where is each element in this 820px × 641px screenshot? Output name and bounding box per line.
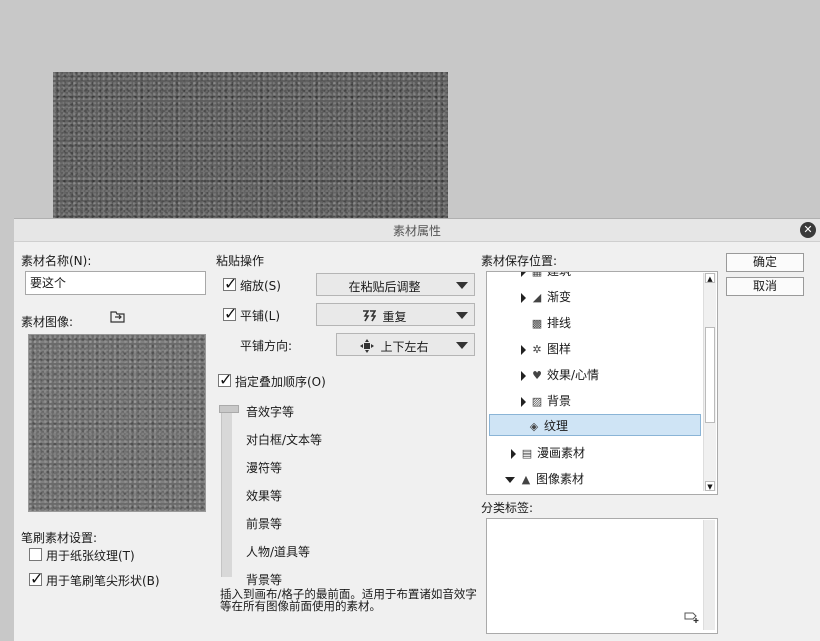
layer-order-label: 指定叠加顺序(O) <box>235 375 326 389</box>
gradient-icon: ◢ <box>532 291 542 304</box>
expand-arrow-icon[interactable] <box>521 272 526 277</box>
storage-tree-scrollbar[interactable]: ▲ ▼ <box>703 273 716 491</box>
tile-dropdown[interactable]: 重复 <box>316 303 475 326</box>
scale-dropdown-value: 在粘贴后调整 <box>348 280 421 294</box>
heart-icon: ♥ <box>532 369 542 382</box>
dialog-title: 素材属性 <box>392 224 441 238</box>
order-item: 对白框/文本等 <box>246 433 323 447</box>
brush-tip-label: 用于笔刷笔尖形状(B) <box>46 574 160 588</box>
close-icon[interactable]: ✕ <box>800 222 816 238</box>
image-icon: ▲ <box>521 473 531 486</box>
expand-arrow-icon[interactable] <box>521 344 526 355</box>
tile-direction-value: 上下左右 <box>380 340 429 354</box>
scale-checkbox[interactable] <box>223 274 237 293</box>
paste-section-label: 粘贴操作 <box>216 254 265 268</box>
ok-button[interactable]: 确定 <box>726 253 804 272</box>
tree-item-texture[interactable]: ◈ 纹理 <box>489 414 701 436</box>
tree-item-image[interactable]: ▲ 图像素材 <box>505 468 584 490</box>
layer-order-track[interactable] <box>221 407 232 577</box>
scroll-down-icon[interactable]: ▼ <box>705 481 715 491</box>
four-way-arrows-icon <box>360 339 375 353</box>
tile-label: 平铺(L) <box>240 309 281 323</box>
material-properties-dialog: 素材属性 ✕ 素材名称(N): 要这个 素材图像: 笔刷素材设置: 用于纸张纹理… <box>14 218 820 641</box>
scale-dropdown[interactable]: 在粘贴后调整 <box>316 273 475 296</box>
scrollbar-thumb[interactable] <box>705 327 715 423</box>
layer-order-slider-thumb[interactable] <box>219 405 239 413</box>
tree-item-background[interactable]: ▨ 背景 <box>521 390 571 412</box>
order-item: 前景等 <box>246 517 283 531</box>
brush-tip-checkbox[interactable] <box>29 569 43 588</box>
tile-checkbox[interactable] <box>223 304 237 323</box>
material-image-label: 素材图像: <box>21 315 74 329</box>
scroll-up-icon[interactable]: ▲ <box>705 273 715 283</box>
paper-texture-checkbox[interactable] <box>29 548 42 561</box>
collapse-arrow-icon[interactable] <box>505 476 515 483</box>
tile-direction-dropdown[interactable]: 上下左右 <box>336 333 475 356</box>
expand-arrow-icon[interactable] <box>521 370 526 381</box>
dialog-titlebar: 素材属性 ✕ <box>14 219 820 242</box>
brush-settings-label: 笔刷素材设置: <box>21 531 98 545</box>
tree-item-pattern[interactable]: ✲ 图样 <box>521 338 571 360</box>
tree-item-manga[interactable]: ▤ 漫画素材 <box>511 442 585 464</box>
chevron-down-icon <box>456 342 468 349</box>
order-item: 漫符等 <box>246 461 283 475</box>
add-tag-icon[interactable] <box>684 610 700 624</box>
tile-direction-label: 平铺方向: <box>240 339 293 353</box>
pattern-icon: ✲ <box>532 343 542 356</box>
material-image-preview[interactable] <box>28 334 206 512</box>
storage-tree[interactable]: ▦ 建筑 ◢ 渐变 ▩ 排线 ✲ 图样 ♥ 效果/心情 ▨ 背景 ◈ 纹理 ▤ 漫画素材 ▲ 图像… <box>486 271 718 495</box>
tree-item-gradient[interactable]: ◢ 渐变 <box>521 286 571 308</box>
material-name-label: 素材名称(N): <box>21 254 92 268</box>
expand-arrow-icon[interactable] <box>521 396 526 407</box>
storage-location-label: 素材保存位置: <box>481 254 558 268</box>
order-item: 音效字等 <box>246 405 295 419</box>
chevron-down-icon <box>456 282 468 289</box>
expand-arrow-icon[interactable] <box>521 292 526 303</box>
texture-icon: ◈ <box>529 420 539 433</box>
canvas-texture-preview <box>53 72 448 222</box>
category-tags-scrollbar[interactable] <box>703 520 715 630</box>
scale-label: 缩放(S) <box>240 279 281 293</box>
pattern-icon: ▦ <box>531 271 543 278</box>
hatching-icon: ▩ <box>531 317 543 330</box>
order-item: 背景等 <box>246 573 283 587</box>
tile-repeat-icon <box>363 310 377 322</box>
tree-item-effect-mood[interactable]: ♥ 效果/心情 <box>521 364 599 386</box>
tree-item-building[interactable]: ▦ 建筑 <box>521 271 571 282</box>
background-icon: ▨ <box>531 395 543 408</box>
cancel-button[interactable]: 取消 <box>726 277 804 296</box>
category-tags-label: 分类标签: <box>481 501 534 515</box>
manga-icon: ▤ <box>521 447 533 460</box>
folder-open-icon[interactable] <box>110 309 126 323</box>
paper-texture-label: 用于纸张纹理(T) <box>46 549 135 563</box>
layer-order-checkbox[interactable] <box>218 370 232 389</box>
material-name-field[interactable]: 要这个 <box>25 271 206 295</box>
chevron-down-icon <box>456 312 468 319</box>
expand-arrow-icon[interactable] <box>511 448 516 459</box>
tree-item-hatching[interactable]: ▩ 排线 <box>530 312 571 334</box>
order-item: 效果等 <box>246 489 283 503</box>
order-item: 人物/道具等 <box>246 545 311 559</box>
tile-dropdown-value: 重复 <box>382 310 407 324</box>
layer-order-description: 插入到画布/格子的最前面。适用于布置诸如音效字等在所有图像前面使用的素材。 <box>220 587 477 613</box>
